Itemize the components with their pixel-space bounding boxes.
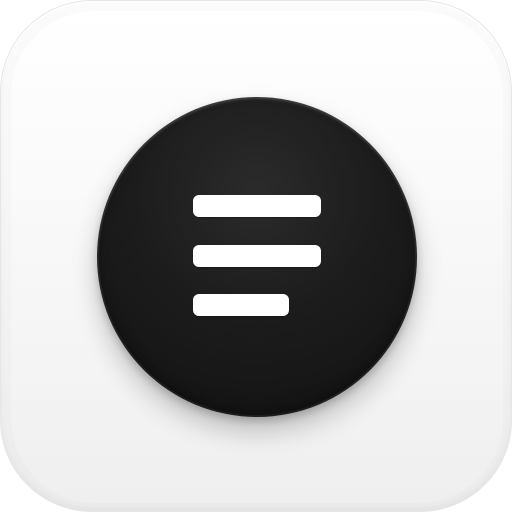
- menu-line-bottom: [193, 294, 289, 316]
- app-icon-canvas: [0, 0, 512, 512]
- app-icon-tile[interactable]: [0, 0, 512, 512]
- menu-line-top: [193, 195, 321, 217]
- app-icon-disc: [97, 97, 417, 417]
- menu-line-middle: [193, 245, 321, 267]
